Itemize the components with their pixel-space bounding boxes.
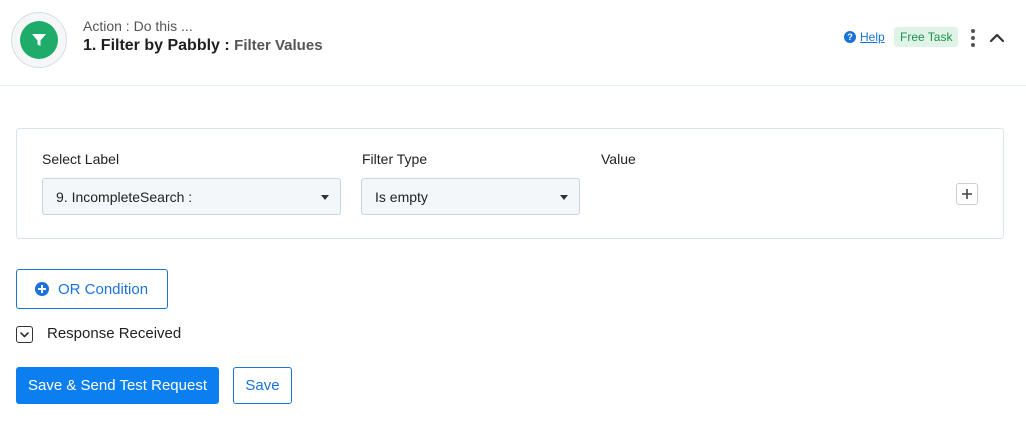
- select-label-heading: Select Label: [42, 151, 120, 167]
- filter-icon: [20, 21, 58, 59]
- filter-condition-card: Select Label Filter Type Value 9. Incomp…: [16, 128, 1004, 239]
- kebab-menu-icon[interactable]: [966, 29, 980, 47]
- response-received-label: Response Received: [47, 325, 182, 342]
- filter-type-heading: Filter Type: [362, 151, 428, 167]
- chevron-up-icon[interactable]: [987, 29, 1007, 47]
- add-condition-button[interactable]: [956, 183, 978, 205]
- plus-circle-icon: [35, 282, 49, 296]
- caret-down-icon: [560, 195, 568, 200]
- select-label-value: 9. IncompleteSearch :: [56, 188, 193, 205]
- chevron-down-icon: [20, 331, 29, 337]
- value-heading: Value: [601, 151, 636, 167]
- save-and-send-test-button[interactable]: Save & Send Test Request: [16, 367, 219, 404]
- step-app-name: 1. Filter by Pabbly :: [83, 37, 235, 54]
- step-header: Action : Do this ... 1. Filter by Pabbly…: [0, 0, 1026, 86]
- save-button[interactable]: Save: [233, 367, 292, 404]
- select-label-dropdown[interactable]: 9. IncompleteSearch :: [42, 178, 341, 215]
- help-link-label: Help: [860, 30, 885, 44]
- or-condition-label: OR Condition: [58, 280, 149, 298]
- step-subtitle: Action : Do this ...: [83, 18, 193, 34]
- help-icon: ?: [844, 31, 856, 43]
- plus-icon: [962, 189, 972, 199]
- or-condition-button[interactable]: OR Condition: [16, 269, 168, 309]
- caret-down-icon: [321, 195, 329, 200]
- step-title: 1. Filter by Pabbly : Filter Values: [83, 37, 323, 55]
- app-icon-wrapper: [11, 12, 67, 68]
- filter-type-dropdown[interactable]: Is empty: [361, 178, 580, 215]
- step-event-name: Filter Values: [234, 37, 323, 54]
- free-task-badge: Free Task: [894, 27, 959, 47]
- response-toggle[interactable]: [16, 326, 33, 343]
- filter-type-value: Is empty: [375, 188, 428, 205]
- help-link[interactable]: ? Help: [844, 30, 885, 44]
